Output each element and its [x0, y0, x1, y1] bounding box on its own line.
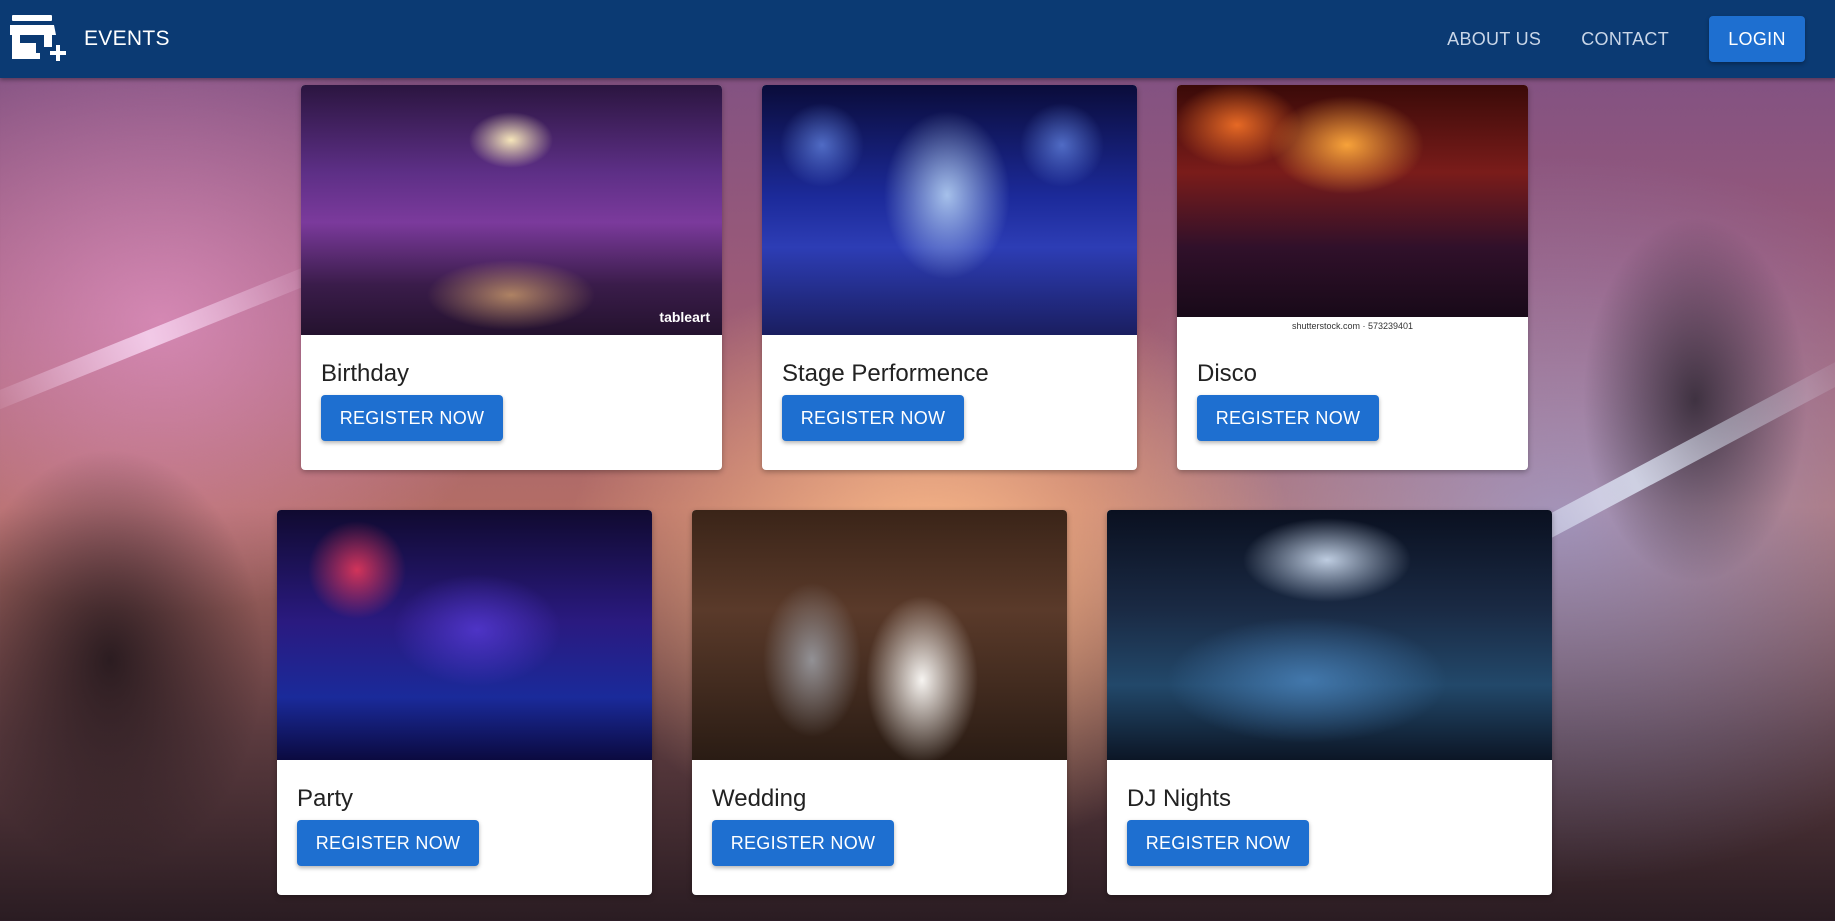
store-add-icon[interactable]	[10, 13, 68, 65]
app-title: EVENTS	[84, 27, 170, 50]
register-now-button[interactable]: REGISTER NOW	[1197, 395, 1379, 441]
register-now-button[interactable]: REGISTER NOW	[782, 395, 964, 441]
wedding-couple-image	[692, 510, 1067, 760]
event-card-stage-performence: Stage Performence REGISTER NOW	[762, 85, 1137, 470]
event-title: DJ Nights	[1127, 785, 1232, 812]
register-now-button[interactable]: REGISTER NOW	[1127, 820, 1309, 866]
event-title: Party	[297, 785, 354, 812]
event-title: Disco	[1197, 360, 1258, 387]
dj-crowd-image	[1107, 510, 1552, 760]
image-watermark: tableart	[659, 309, 710, 325]
disco-crowd-image: shutterstock.com · 573239401	[1177, 85, 1528, 335]
nav-contact-link[interactable]: CONTACT	[1581, 29, 1669, 50]
banquet-hall-image: tableart	[301, 85, 722, 335]
nav-about-us-link[interactable]: ABOUT US	[1447, 29, 1541, 50]
register-now-button[interactable]: REGISTER NOW	[321, 395, 503, 441]
app-bar: EVENTS ABOUT US CONTACT LOGIN	[0, 0, 1835, 78]
event-card-party: Party REGISTER NOW	[277, 510, 652, 895]
background-silhouette	[0, 360, 300, 921]
event-title: Wedding	[712, 785, 807, 812]
register-now-button[interactable]: REGISTER NOW	[712, 820, 894, 866]
dancing-party-image	[277, 510, 652, 760]
login-button[interactable]: LOGIN	[1709, 16, 1805, 62]
stage-lights-image	[762, 85, 1137, 335]
event-card-wedding: Wedding REGISTER NOW	[692, 510, 1067, 895]
register-now-button[interactable]: REGISTER NOW	[297, 820, 479, 866]
event-card-dj-nights: DJ Nights REGISTER NOW	[1107, 510, 1552, 895]
event-card-birthday: tableart Birthday REGISTER NOW	[301, 85, 722, 470]
top-nav: ABOUT US CONTACT LOGIN	[1447, 16, 1805, 62]
event-title: Birthday	[321, 360, 410, 387]
event-card-disco: shutterstock.com · 573239401 Disco REGIS…	[1177, 85, 1528, 470]
image-watermark: shutterstock.com · 573239401	[1177, 317, 1528, 335]
event-title: Stage Performence	[782, 360, 989, 387]
